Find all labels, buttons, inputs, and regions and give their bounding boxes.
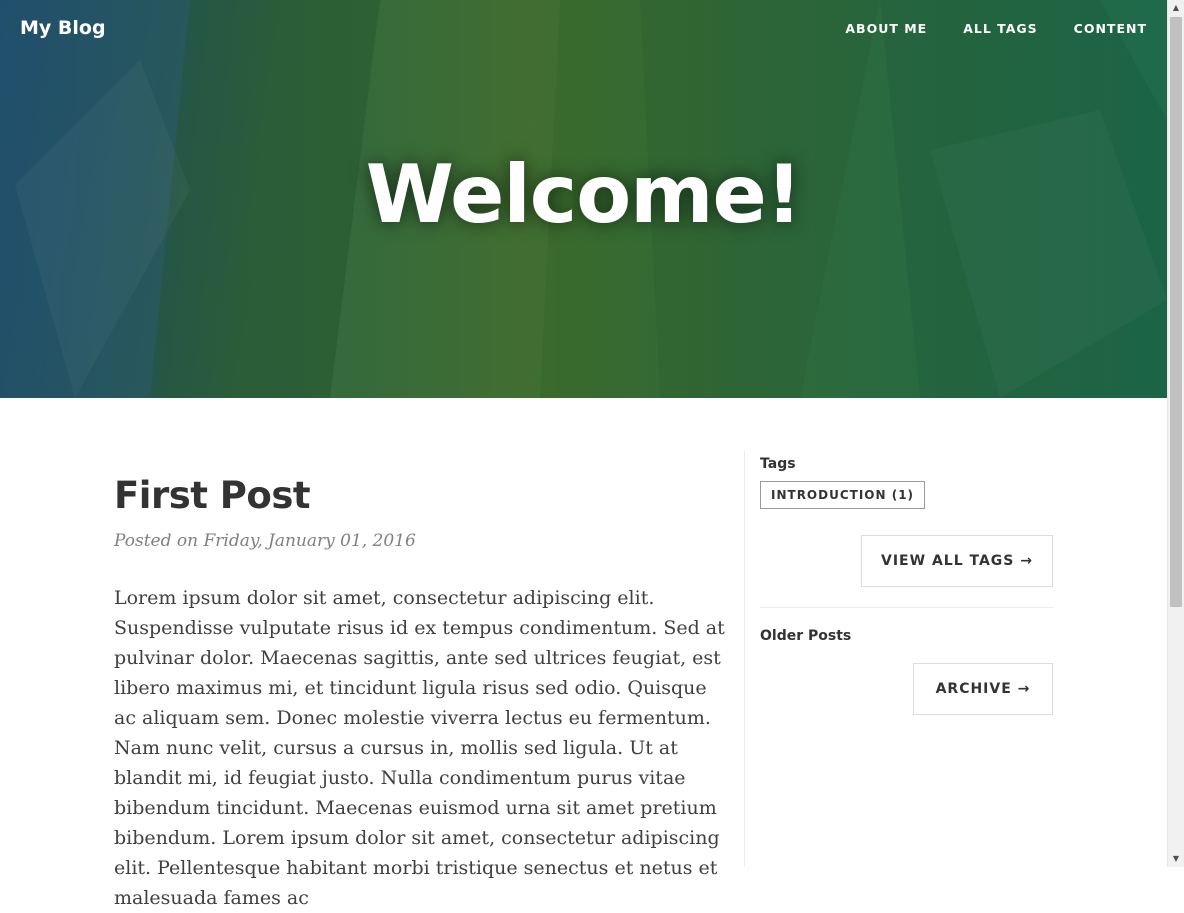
sidebar-divider — [744, 450, 745, 867]
main-nav: ABOUT ME ALL TAGS CONTENT — [809, 21, 1147, 36]
view-all-tags-button[interactable]: VIEW ALL TAGS → — [861, 535, 1053, 587]
page-header: My Blog ABOUT ME ALL TAGS CONTENT Welcom… — [0, 0, 1167, 398]
nav-content[interactable]: CONTENT — [1074, 21, 1147, 36]
nav-about-me[interactable]: ABOUT ME — [845, 21, 927, 36]
tags-heading: Tags — [760, 456, 796, 472]
vertical-scrollbar[interactable]: ▲ ▼ — [1167, 0, 1184, 867]
scroll-down-arrow-icon[interactable]: ▼ — [1168, 851, 1184, 867]
sidebar-separator — [760, 607, 1053, 608]
post-meta: Posted on Friday, January 01, 2016 — [114, 531, 416, 551]
scroll-up-arrow-icon[interactable]: ▲ — [1168, 0, 1184, 16]
hero-title: Welcome! — [365, 148, 803, 241]
post-preview: First Post Posted on Friday, January 01,… — [114, 474, 734, 913]
blog-brand-link[interactable]: My Blog — [20, 17, 106, 39]
post-excerpt: Lorem ipsum dolor sit amet, consectetur … — [114, 587, 725, 909]
scrollbar-thumb[interactable] — [1170, 17, 1182, 607]
older-posts-heading: Older Posts — [760, 628, 852, 644]
tag-introduction[interactable]: INTRODUCTION (1) — [760, 481, 926, 509]
post-title-link[interactable]: First Post — [114, 474, 734, 517]
archive-button[interactable]: ARCHIVE → — [913, 663, 1053, 715]
sidebar: Tags INTRODUCTION (1) VIEW ALL TAGS → Ol… — [760, 456, 1053, 715]
nav-all-tags[interactable]: ALL TAGS — [963, 21, 1037, 36]
